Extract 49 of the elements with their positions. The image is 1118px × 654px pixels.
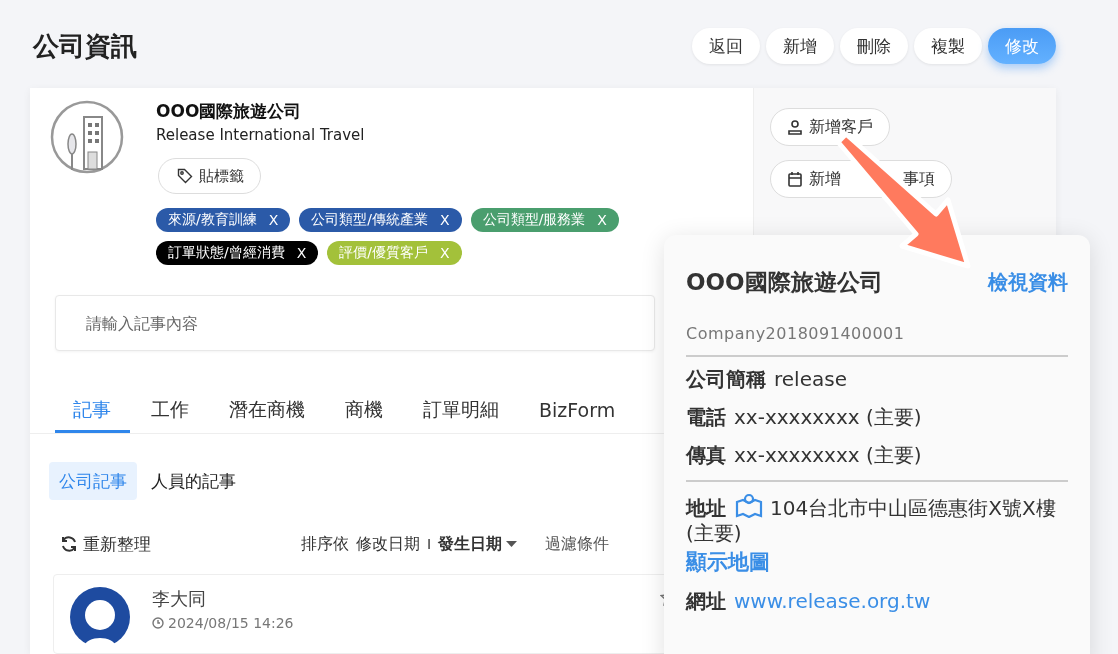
- tag-icon: [177, 168, 193, 184]
- tag-label: 公司類型/傳統產業: [311, 211, 429, 229]
- note-input-field[interactable]: 請輸入記事內容: [55, 295, 655, 351]
- company-code: Company2018091400001: [686, 324, 906, 343]
- clock-icon: [152, 617, 164, 629]
- remove-tag-x[interactable]: X: [440, 212, 450, 228]
- company-english-name: Release International Travel: [156, 126, 366, 144]
- calendar-icon: [787, 171, 803, 187]
- page-title: 公司資訊: [33, 29, 137, 63]
- tag-label: 評價/優質客戶: [339, 244, 429, 262]
- tag-label: 公司類型/服務業: [482, 211, 586, 229]
- tab[interactable]: 工作: [133, 389, 208, 433]
- info-field: 傳真 xx-xxxxxxxx (主要): [686, 443, 1068, 468]
- popup-title: OOO國際旅遊公司: [686, 268, 883, 297]
- tab[interactable]: 記事: [55, 389, 130, 433]
- tab[interactable]: 訂單明細: [405, 389, 518, 433]
- website-field: 網址 www.release.org.tw: [686, 589, 1068, 614]
- filter-button[interactable]: 過濾條件: [545, 533, 610, 555]
- tag-label: 來源/教育訓練: [168, 211, 257, 229]
- person-icon: [787, 119, 803, 135]
- note-time: 2024/08/15 14:26: [152, 615, 294, 631]
- sort-option[interactable]: 發生日期: [438, 533, 518, 555]
- refresh-icon: [60, 535, 78, 553]
- map-pin-icon[interactable]: [734, 492, 764, 518]
- remove-tag-x[interactable]: X: [296, 245, 307, 261]
- action-button[interactable]: 刪除: [840, 28, 908, 64]
- tab[interactable]: 潛在商機: [211, 389, 324, 433]
- tab[interactable]: BizForm: [521, 389, 635, 433]
- sort-option[interactable]: 修改日期: [356, 533, 420, 555]
- action-button[interactable]: 複製: [914, 28, 982, 64]
- caret-icon: [506, 540, 518, 548]
- separator: I: [427, 536, 432, 552]
- info-field: 電話 xx-xxxxxxxx (主要): [686, 405, 1068, 430]
- building-icon: [50, 100, 124, 174]
- tag-label: 訂單狀態/曾經消費: [168, 244, 285, 262]
- subtab[interactable]: 人員的記事: [141, 462, 246, 500]
- action-button[interactable]: 新增: [766, 28, 834, 64]
- remove-tag-x[interactable]: X: [268, 212, 279, 228]
- note-author: 李大同: [152, 587, 207, 611]
- company-name: OOO國際旅遊公司: [156, 100, 303, 123]
- refresh-button[interactable]: 重新整理: [60, 532, 151, 556]
- tab[interactable]: 商機: [327, 389, 402, 433]
- sort-label: 排序依: [301, 533, 349, 555]
- tag-button[interactable]: 貼標籤: [158, 158, 261, 194]
- address-field: 地址 104台北市中山區德惠街X號X樓 (主要): [686, 492, 1068, 546]
- info-field: 公司簡稱 release: [686, 367, 1068, 392]
- action-button[interactable]: 返回: [692, 28, 760, 64]
- avatar: [70, 587, 130, 647]
- add-customer-button[interactable]: 新增客戶: [770, 108, 890, 146]
